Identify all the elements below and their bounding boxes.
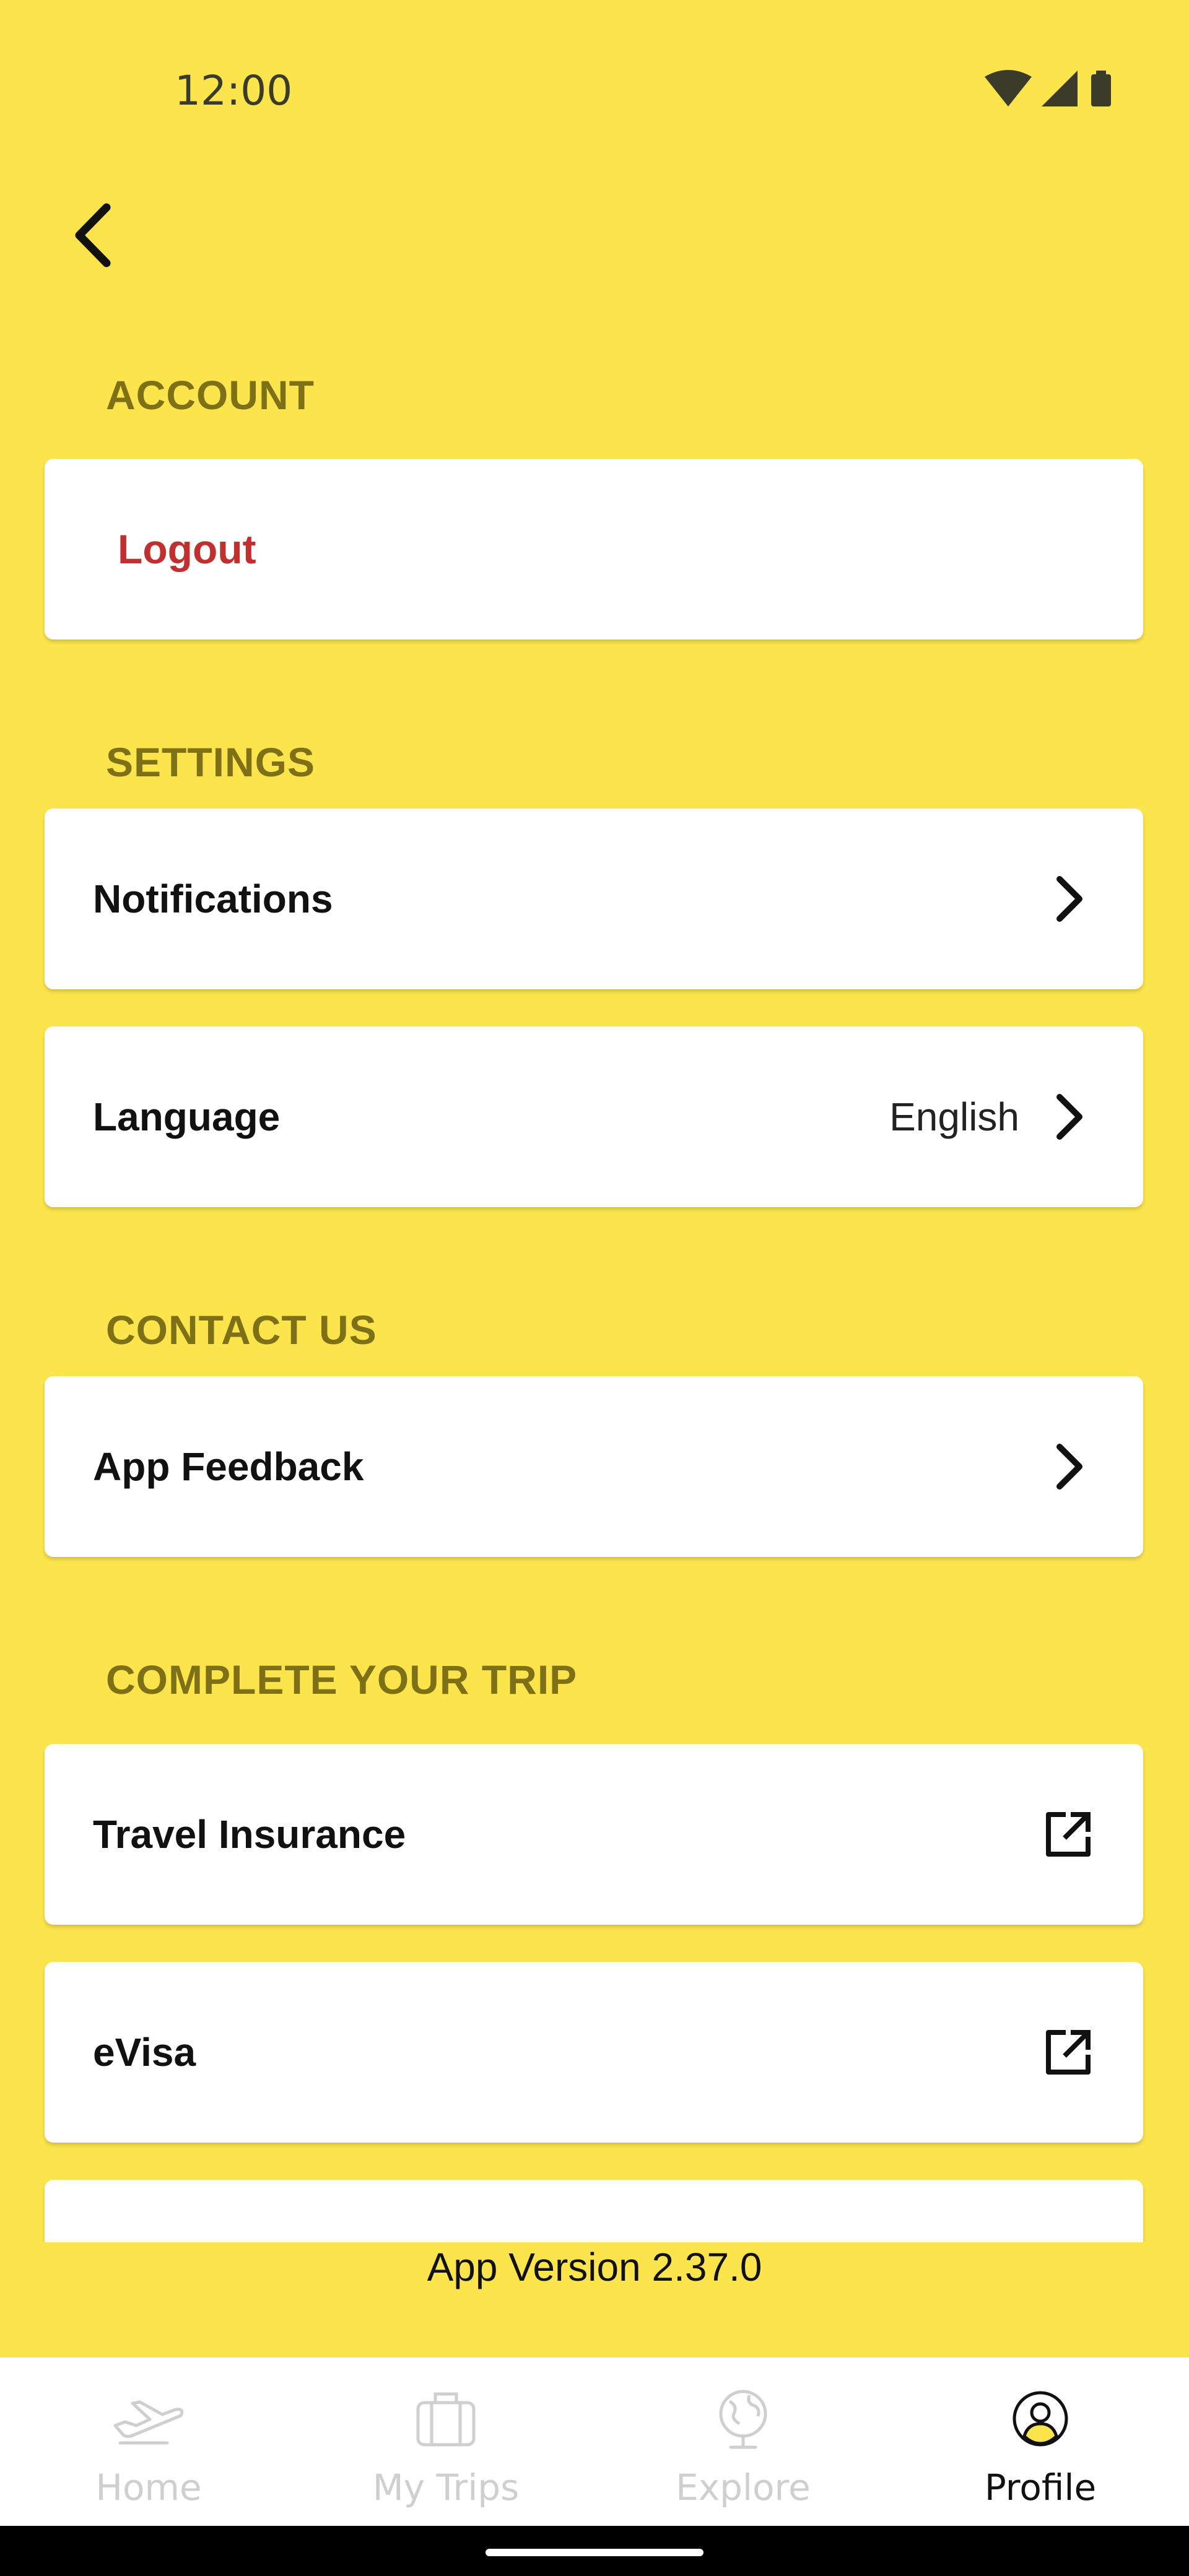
signal-icon [1042, 71, 1078, 106]
chevron-left-icon [75, 203, 111, 267]
chevron-right-icon [1042, 1440, 1095, 1493]
evisa-label: eVisa [93, 2030, 196, 2075]
section-header-contact: CONTACT US [106, 1307, 377, 1353]
nav-item-my-trips[interactable]: My Trips [297, 2357, 594, 2526]
nav-label-explore: Explore [676, 2466, 811, 2509]
nav-label-home: Home [95, 2466, 202, 2509]
app-feedback-label: App Feedback [93, 1444, 364, 1489]
logout-label: Logout [118, 526, 256, 572]
suitcase-icon [409, 2385, 483, 2453]
globe-icon [706, 2385, 780, 2453]
gesture-handle[interactable] [486, 2549, 703, 2556]
external-link-icon [1042, 2026, 1095, 2079]
settings-screen: 12:00 ACCOUNT Logout SETTINGS Notificati… [0, 0, 1189, 2576]
wifi-icon [985, 70, 1032, 106]
nav-item-home[interactable]: Home [0, 2357, 297, 2526]
notifications-row[interactable]: Notifications [45, 809, 1143, 989]
airplane-icon [111, 2385, 186, 2453]
profile-icon [1003, 2385, 1078, 2453]
next-trip-row-partial[interactable] [45, 2180, 1143, 2242]
settings-scroll-area[interactable]: 12:00 ACCOUNT Logout SETTINGS Notificati… [0, 0, 1189, 2242]
travel-insurance-label: Travel Insurance [93, 1812, 406, 1857]
logout-button[interactable]: Logout [45, 459, 1143, 640]
battery-icon [1091, 71, 1111, 106]
status-time: 12:00 [175, 67, 293, 115]
nav-item-explore[interactable]: Explore [594, 2357, 892, 2526]
status-bar: 12:00 [0, 0, 1189, 186]
evisa-row[interactable]: eVisa [45, 1962, 1143, 2143]
back-button[interactable] [56, 192, 130, 279]
app-feedback-row[interactable]: App Feedback [45, 1376, 1143, 1557]
language-row[interactable]: Language English [45, 1026, 1143, 1207]
section-header-account: ACCOUNT [106, 372, 315, 418]
bottom-navigation: Home My Trips Explore Profile [0, 2357, 1189, 2526]
travel-insurance-row[interactable]: Travel Insurance [45, 1744, 1143, 1925]
status-icons [985, 68, 1133, 111]
notifications-label: Notifications [93, 877, 333, 921]
section-header-trip: COMPLETE YOUR TRIP [106, 1657, 578, 1702]
nav-label-profile: Profile [984, 2466, 1097, 2509]
external-link-icon [1042, 1808, 1095, 1861]
language-label: Language [93, 1095, 281, 1139]
nav-item-profile[interactable]: Profile [892, 2357, 1189, 2526]
nav-label-my-trips: My Trips [372, 2466, 520, 2509]
chevron-right-icon [1042, 872, 1095, 926]
language-value: English [889, 1095, 1019, 1139]
app-version: App Version 2.37.0 [427, 2245, 762, 2289]
chevron-right-icon [1042, 1090, 1095, 1143]
section-header-settings: SETTINGS [106, 739, 316, 785]
